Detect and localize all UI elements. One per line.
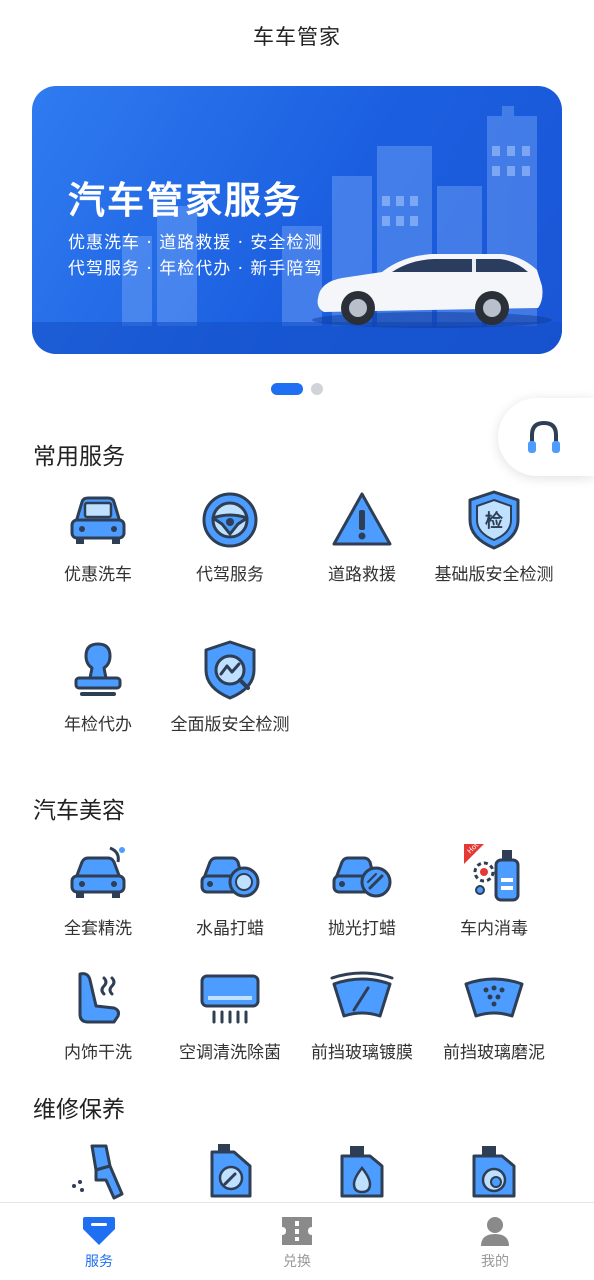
steering-wheel-icon — [202, 492, 258, 548]
service-label: 前挡玻璃镀膜 — [311, 1043, 413, 1063]
service-label: 前挡玻璃磨泥 — [443, 1043, 545, 1063]
air-conditioner-icon — [200, 974, 260, 1024]
service-windshield-clay[interactable]: 前挡玻璃磨泥 — [428, 962, 560, 1086]
shield-check-icon: 检 — [468, 490, 520, 550]
service-interior-dry-clean[interactable]: 内饰干洗 — [32, 962, 164, 1086]
service-annual-inspection[interactable]: 年检代办 — [32, 634, 164, 758]
car-polish-icon — [332, 856, 392, 898]
service-road-rescue[interactable]: 道路救援 — [296, 484, 428, 634]
service-full-wash[interactable]: 全套精洗 — [32, 838, 164, 962]
car-seat-icon — [78, 972, 120, 1024]
carousel-dot-1[interactable] — [271, 383, 303, 395]
oil-filter-icon — [472, 1146, 516, 1198]
car-spray-icon — [70, 846, 126, 898]
service-interior-disinfect[interactable]: Hot 车内消毒 — [428, 838, 560, 962]
service-crystal-wax[interactable]: 水晶打蜡 — [164, 838, 296, 962]
car-wash-icon — [70, 496, 126, 544]
section-title-beauty: 汽车美容 — [33, 798, 125, 824]
tab-label: 兑换 — [283, 1254, 311, 1270]
service-label: 道路救援 — [328, 565, 396, 585]
service-designated-driver[interactable]: 代驾服务 — [164, 484, 296, 634]
service-label: 全面版安全检测 — [170, 715, 290, 735]
customer-service-button[interactable] — [498, 398, 594, 476]
bottom-tab-bar: 服务 兑换 我的 — [0, 1202, 594, 1280]
warning-triangle-icon — [332, 492, 392, 546]
tab-exchange[interactable]: 兑换 — [237, 1203, 357, 1280]
top-bar: 车车管家 — [0, 0, 594, 72]
service-windshield-coating[interactable]: 前挡玻璃镀膜 — [296, 962, 428, 1086]
oil-drop-icon — [340, 1146, 384, 1198]
carousel-indicator[interactable] — [0, 383, 594, 395]
banner-line-2: 代驾服务 · 年检代办 · 新手陪驾 — [68, 259, 323, 279]
tab-mine[interactable]: 我的 — [435, 1203, 555, 1280]
stamp-icon — [74, 642, 122, 696]
svg-text:检: 检 — [485, 510, 503, 532]
service-label: 内饰干洗 — [64, 1043, 132, 1063]
carousel-dot-2[interactable] — [311, 383, 323, 395]
user-icon — [481, 1217, 509, 1246]
car-wax-icon — [200, 856, 260, 898]
service-label: 水晶打蜡 — [196, 919, 264, 939]
service-label: 抛光打蜡 — [328, 919, 396, 939]
page-title: 车车管家 — [253, 25, 341, 49]
beauty-services-grid: 全套精洗 水晶打蜡 抛光打蜡 Hot 车内消毒 内饰干洗 空调清洗除菌 前挡玻璃… — [32, 838, 560, 1086]
service-polish-wax[interactable]: 抛光打蜡 — [296, 838, 428, 962]
common-services-grid: 优惠洗车 代驾服务 道路救援 检 基础版安全检测 年检代办 全面版安全检测 — [32, 484, 560, 758]
tab-label: 我的 — [481, 1254, 509, 1270]
service-label: 空调清洗除菌 — [179, 1043, 281, 1063]
service-basic-safety-check[interactable]: 检 基础版安全检测 — [428, 484, 560, 634]
ticket-icon — [282, 1217, 312, 1245]
windshield-clay-icon — [464, 977, 524, 1018]
banner-title: 汽车管家服务 — [68, 179, 302, 222]
section-title-common: 常用服务 — [33, 444, 125, 470]
banner-line-1: 优惠洗车 · 道路救援 · 安全检测 — [68, 233, 323, 253]
promo-banner[interactable]: 汽车管家服务 优惠洗车 · 道路救援 · 安全检测 代驾服务 · 年检代办 · … — [32, 86, 562, 354]
spray-gun-icon — [72, 1144, 124, 1200]
oil-wrench-icon — [210, 1144, 252, 1198]
tab-label: 服务 — [85, 1254, 113, 1270]
service-label: 优惠洗车 — [64, 565, 132, 585]
shield-chart-icon — [204, 640, 256, 700]
service-label: 年检代办 — [64, 715, 132, 735]
service-label: 车内消毒 — [460, 919, 528, 939]
service-car-wash[interactable]: 优惠洗车 — [32, 484, 164, 634]
service-full-safety-check[interactable]: 全面版安全检测 — [164, 634, 296, 758]
headset-icon — [528, 420, 560, 453]
service-label: 基础版安全检测 — [434, 565, 554, 585]
service-ac-cleaning[interactable]: 空调清洗除菌 — [164, 962, 296, 1086]
service-icon — [83, 1217, 115, 1245]
service-label: 代驾服务 — [196, 565, 264, 585]
section-title-repair: 维修保养 — [33, 1097, 125, 1123]
service-label: 全套精洗 — [64, 919, 132, 939]
disinfect-icon: Hot — [464, 842, 520, 902]
windshield-coating-icon — [330, 971, 394, 1018]
tab-service[interactable]: 服务 — [39, 1203, 159, 1280]
